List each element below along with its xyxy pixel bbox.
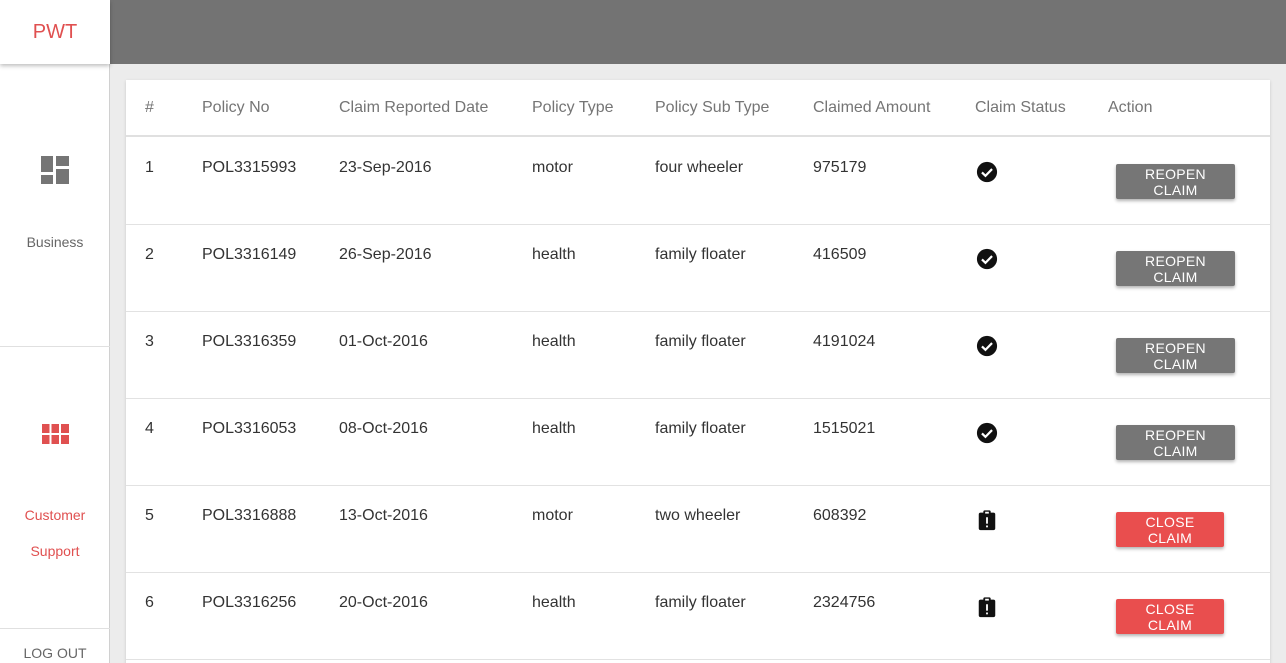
table-cell-type: motor: [532, 159, 573, 176]
table-cell-date: 01-Oct-2016: [339, 333, 428, 350]
table-cell-subtype: family floater: [655, 333, 746, 350]
table-row: 1 POL3315993 23-Sep-2016 motor four wheeler 9…: [126, 138, 1270, 225]
table-cell-subtype: two wheeler: [655, 507, 741, 524]
sidebar-item-label: Customer Support: [0, 497, 110, 569]
table-cell-date: 20-Oct-2016: [339, 594, 428, 611]
table-cell-type: motor: [532, 507, 573, 524]
check-circle-icon: [976, 248, 998, 270]
clipboard-alert-icon: [978, 510, 996, 531]
column-header[interactable]: Policy Type: [532, 99, 614, 117]
sidebar-item-label-line-1: Customer: [24, 507, 86, 523]
table-cell-policy: POL3316256: [202, 594, 297, 611]
column-header[interactable]: Claimed Amount: [813, 99, 930, 117]
table-cell-amount: 4191024: [813, 333, 876, 350]
table-cell-subtype: family floater: [655, 246, 746, 263]
column-header[interactable]: Claim Status: [975, 99, 1066, 117]
sidebar-item-label: Business: [26, 234, 84, 250]
column-header[interactable]: Policy Sub Type: [655, 99, 769, 117]
table-cell-type: health: [532, 246, 576, 263]
table-row: 5 POL3316888 13-Oct-2016 motor two wheeler 60…: [126, 486, 1270, 573]
sidebar: PWT Business Customer Support LOG OUT: [0, 0, 110, 663]
close-claim-button[interactable]: CLOSE CLAIM: [1116, 512, 1224, 547]
table-cell-amount: 416509: [813, 246, 867, 263]
table-cell-policy: POL3316149: [202, 246, 297, 263]
sidebar-item-label-line-2: Support: [30, 543, 80, 559]
table-cell-amount: 1515021: [813, 420, 876, 437]
table-cell-type: health: [532, 333, 576, 350]
check-circle-icon: [976, 161, 998, 183]
table-header: # Policy No Claim Reported Date Policy T…: [126, 80, 1270, 137]
table-cell-amount: 975179: [813, 159, 867, 176]
brand-logo[interactable]: PWT: [0, 0, 110, 64]
claims-table: # Policy No Claim Reported Date Policy T…: [126, 80, 1270, 663]
check-circle-icon: [976, 335, 998, 357]
table-cell-type: health: [532, 420, 576, 437]
table-cell-num: 3: [145, 333, 154, 350]
column-header[interactable]: #: [145, 99, 154, 117]
table-cell-date: 08-Oct-2016: [339, 420, 428, 437]
table-cell-subtype: family floater: [655, 594, 746, 611]
table-cell-policy: POL3316888: [202, 507, 297, 524]
dashboard-icon: [41, 156, 69, 184]
table-cell-num: 4: [145, 420, 154, 437]
logout-button[interactable]: LOG OUT: [0, 645, 110, 661]
table-row: 3 POL3316359 01-Oct-2016 health family float…: [126, 312, 1270, 399]
table-cell-num: 2: [145, 246, 154, 263]
table-row: 6 POL3316256 20-Oct-2016 health family float…: [126, 573, 1270, 660]
close-claim-button[interactable]: CLOSE CLAIM: [1116, 599, 1224, 634]
table-cell-date: 26-Sep-2016: [339, 246, 432, 263]
table-cell-num: 5: [145, 507, 154, 524]
reopen-claim-button[interactable]: REOPEN CLAIM: [1116, 425, 1235, 460]
sidebar-item-business[interactable]: Business: [0, 64, 110, 347]
sidebar-item-customer-support[interactable]: Customer Support: [0, 347, 110, 629]
grid-icon: [42, 424, 69, 444]
table-cell-subtype: family floater: [655, 420, 746, 437]
check-circle-icon: [976, 422, 998, 444]
table-cell-amount: 2324756: [813, 594, 876, 611]
table-cell-num: 6: [145, 594, 154, 611]
table-cell-date: 13-Oct-2016: [339, 507, 428, 524]
table-cell-subtype: four wheeler: [655, 159, 744, 176]
table-cell-policy: POL3316359: [202, 333, 297, 350]
column-header[interactable]: Claim Reported Date: [339, 99, 488, 117]
table-cell-num: 1: [145, 159, 154, 176]
table-row: 2 POL3316149 26-Sep-2016 health family float…: [126, 225, 1270, 312]
table-cell-amount: 608392: [813, 507, 867, 524]
table-cell-date: 23-Sep-2016: [339, 159, 432, 176]
table-cell-policy: POL3315993: [202, 159, 297, 176]
reopen-claim-button[interactable]: REOPEN CLAIM: [1116, 251, 1235, 286]
table-cell-type: health: [532, 594, 576, 611]
top-app-bar: [110, 0, 1286, 64]
table-cell-policy: POL3316053: [202, 420, 297, 437]
column-header[interactable]: Policy No: [202, 99, 270, 117]
reopen-claim-button[interactable]: REOPEN CLAIM: [1116, 338, 1235, 373]
table-row: 4 POL3316053 08-Oct-2016 health family float…: [126, 399, 1270, 486]
reopen-claim-button[interactable]: REOPEN CLAIM: [1116, 164, 1235, 199]
column-header[interactable]: Action: [1108, 99, 1152, 117]
clipboard-alert-icon: [978, 597, 996, 618]
